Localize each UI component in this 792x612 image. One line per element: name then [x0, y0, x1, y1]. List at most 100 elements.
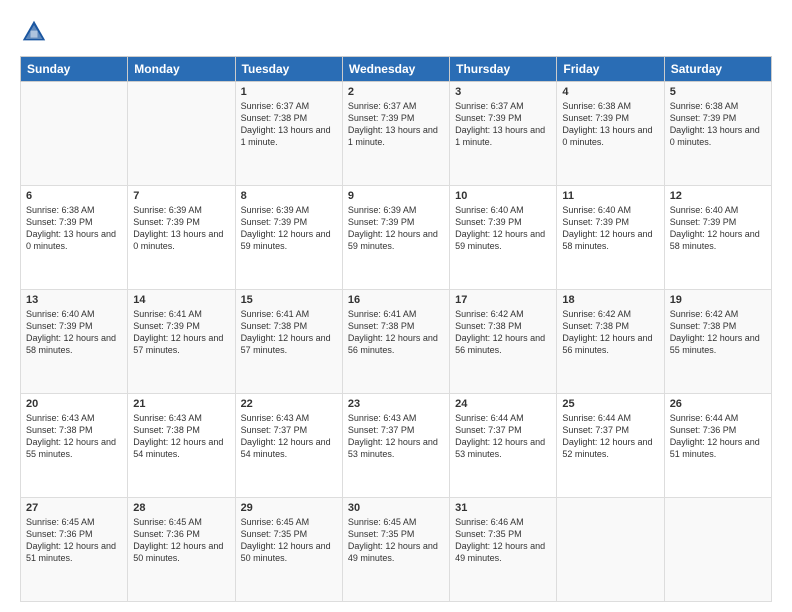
- calendar-week-row: 27 Sunrise: 6:45 AM Sunset: 7:36 PM Dayli…: [21, 498, 772, 602]
- calendar-cell: 22Sunrise: 6:43 AM Sunset: 7:37 PM Dayli…: [235, 394, 342, 498]
- day-number: 25: [562, 398, 658, 410]
- calendar-cell: 6 Sunrise: 6:38 AM Sunset: 7:39 PM Daylig…: [21, 186, 128, 290]
- calendar-cell: 21 Sunrise: 6:43 AM Sunset: 7:38 PM Dayli…: [128, 394, 235, 498]
- day-number: 8: [241, 190, 337, 202]
- calendar-cell: 1Sunrise: 6:37 AM Sunset: 7:38 PM Daylig…: [235, 82, 342, 186]
- day-info: Sunrise: 6:41 AM Sunset: 7:39 PM Dayligh…: [133, 309, 223, 355]
- day-number: 29: [241, 502, 337, 514]
- day-info: Sunrise: 6:39 AM Sunset: 7:39 PM Dayligh…: [348, 205, 438, 251]
- day-info: Sunrise: 6:40 AM Sunset: 7:39 PM Dayligh…: [455, 205, 545, 251]
- weekday-header: Thursday: [450, 57, 557, 82]
- day-info: Sunrise: 6:42 AM Sunset: 7:38 PM Dayligh…: [455, 309, 545, 355]
- logo: [20, 18, 52, 46]
- calendar-cell: 23 Sunrise: 6:43 AM Sunset: 7:37 PM Dayli…: [342, 394, 449, 498]
- day-info: Sunrise: 6:42 AM Sunset: 7:38 PM Dayligh…: [670, 309, 760, 355]
- calendar-cell: 26 Sunrise: 6:44 AM Sunset: 7:36 PM Dayli…: [664, 394, 771, 498]
- calendar-week-row: 1Sunrise: 6:37 AM Sunset: 7:38 PM Daylig…: [21, 82, 772, 186]
- calendar-cell: 9 Sunrise: 6:39 AM Sunset: 7:39 PM Daylig…: [342, 186, 449, 290]
- day-number: 16: [348, 294, 444, 306]
- calendar-cell: 16 Sunrise: 6:41 AM Sunset: 7:38 PM Dayli…: [342, 290, 449, 394]
- day-number: 7: [133, 190, 229, 202]
- calendar-cell: 4 Sunrise: 6:38 AM Sunset: 7:39 PM Daylig…: [557, 82, 664, 186]
- calendar-cell: 13Sunrise: 6:40 AM Sunset: 7:39 PM Dayli…: [21, 290, 128, 394]
- weekday-header: Friday: [557, 57, 664, 82]
- day-number: 15: [241, 294, 337, 306]
- calendar-cell: 3 Sunrise: 6:37 AM Sunset: 7:39 PM Daylig…: [450, 82, 557, 186]
- page: SundayMondayTuesdayWednesdayThursdayFrid…: [0, 0, 792, 612]
- day-number: 26: [670, 398, 766, 410]
- calendar-cell: 25 Sunrise: 6:44 AM Sunset: 7:37 PM Dayli…: [557, 394, 664, 498]
- calendar-header: SundayMondayTuesdayWednesdayThursdayFrid…: [21, 57, 772, 82]
- day-number: 13: [26, 294, 122, 306]
- day-number: 3: [455, 86, 551, 98]
- day-number: 21: [133, 398, 229, 410]
- day-info: Sunrise: 6:45 AM Sunset: 7:36 PM Dayligh…: [26, 517, 116, 563]
- day-number: 31: [455, 502, 551, 514]
- weekday-header: Sunday: [21, 57, 128, 82]
- day-number: 30: [348, 502, 444, 514]
- weekday-header: Monday: [128, 57, 235, 82]
- calendar-cell: 2 Sunrise: 6:37 AM Sunset: 7:39 PM Daylig…: [342, 82, 449, 186]
- day-info: Sunrise: 6:45 AM Sunset: 7:35 PM Dayligh…: [348, 517, 438, 563]
- calendar-cell: 12 Sunrise: 6:40 AM Sunset: 7:39 PM Dayli…: [664, 186, 771, 290]
- day-info: Sunrise: 6:38 AM Sunset: 7:39 PM Dayligh…: [670, 101, 760, 147]
- logo-icon: [20, 18, 48, 46]
- day-number: 28: [133, 502, 229, 514]
- calendar-cell: 20 Sunrise: 6:43 AM Sunset: 7:38 PM Dayli…: [21, 394, 128, 498]
- calendar-cell: 8Sunrise: 6:39 AM Sunset: 7:39 PM Daylig…: [235, 186, 342, 290]
- calendar-cell: 14Sunrise: 6:41 AM Sunset: 7:39 PM Dayli…: [128, 290, 235, 394]
- calendar-week-row: 6 Sunrise: 6:38 AM Sunset: 7:39 PM Daylig…: [21, 186, 772, 290]
- day-number: 11: [562, 190, 658, 202]
- calendar-cell: 11 Sunrise: 6:40 AM Sunset: 7:39 PM Dayli…: [557, 186, 664, 290]
- day-info: Sunrise: 6:37 AM Sunset: 7:39 PM Dayligh…: [455, 101, 545, 147]
- day-number: 9: [348, 190, 444, 202]
- header: [20, 18, 772, 46]
- day-info: Sunrise: 6:37 AM Sunset: 7:38 PM Dayligh…: [241, 101, 331, 147]
- weekday-row: SundayMondayTuesdayWednesdayThursdayFrid…: [21, 57, 772, 82]
- calendar-cell: 27 Sunrise: 6:45 AM Sunset: 7:36 PM Dayli…: [21, 498, 128, 602]
- day-number: 22: [241, 398, 337, 410]
- calendar-cell: 17 Sunrise: 6:42 AM Sunset: 7:38 PM Dayli…: [450, 290, 557, 394]
- weekday-header: Saturday: [664, 57, 771, 82]
- calendar-week-row: 13Sunrise: 6:40 AM Sunset: 7:39 PM Dayli…: [21, 290, 772, 394]
- day-info: Sunrise: 6:44 AM Sunset: 7:37 PM Dayligh…: [562, 413, 652, 459]
- day-info: Sunrise: 6:44 AM Sunset: 7:36 PM Dayligh…: [670, 413, 760, 459]
- calendar-cell: 7 Sunrise: 6:39 AM Sunset: 7:39 PM Daylig…: [128, 186, 235, 290]
- day-info: Sunrise: 6:39 AM Sunset: 7:39 PM Dayligh…: [133, 205, 223, 251]
- calendar-cell: [664, 498, 771, 602]
- day-info: Sunrise: 6:43 AM Sunset: 7:38 PM Dayligh…: [26, 413, 116, 459]
- day-number: 6: [26, 190, 122, 202]
- calendar-cell: [21, 82, 128, 186]
- day-info: Sunrise: 6:41 AM Sunset: 7:38 PM Dayligh…: [241, 309, 331, 355]
- day-number: 17: [455, 294, 551, 306]
- calendar-cell: 5 Sunrise: 6:38 AM Sunset: 7:39 PM Daylig…: [664, 82, 771, 186]
- day-info: Sunrise: 6:40 AM Sunset: 7:39 PM Dayligh…: [670, 205, 760, 251]
- day-info: Sunrise: 6:40 AM Sunset: 7:39 PM Dayligh…: [562, 205, 652, 251]
- day-info: Sunrise: 6:41 AM Sunset: 7:38 PM Dayligh…: [348, 309, 438, 355]
- calendar-cell: 10Sunrise: 6:40 AM Sunset: 7:39 PM Dayli…: [450, 186, 557, 290]
- calendar-cell: 15 Sunrise: 6:41 AM Sunset: 7:38 PM Dayli…: [235, 290, 342, 394]
- day-info: Sunrise: 6:37 AM Sunset: 7:39 PM Dayligh…: [348, 101, 438, 147]
- day-info: Sunrise: 6:44 AM Sunset: 7:37 PM Dayligh…: [455, 413, 545, 459]
- calendar-cell: 18Sunrise: 6:42 AM Sunset: 7:38 PM Dayli…: [557, 290, 664, 394]
- day-number: 12: [670, 190, 766, 202]
- day-number: 20: [26, 398, 122, 410]
- day-number: 4: [562, 86, 658, 98]
- calendar-body: 1Sunrise: 6:37 AM Sunset: 7:38 PM Daylig…: [21, 82, 772, 602]
- day-info: Sunrise: 6:45 AM Sunset: 7:35 PM Dayligh…: [241, 517, 331, 563]
- day-info: Sunrise: 6:38 AM Sunset: 7:39 PM Dayligh…: [562, 101, 652, 147]
- day-info: Sunrise: 6:43 AM Sunset: 7:38 PM Dayligh…: [133, 413, 223, 459]
- day-number: 2: [348, 86, 444, 98]
- day-number: 27: [26, 502, 122, 514]
- calendar-cell: [128, 82, 235, 186]
- day-number: 5: [670, 86, 766, 98]
- day-info: Sunrise: 6:38 AM Sunset: 7:39 PM Dayligh…: [26, 205, 116, 251]
- calendar-cell: 19Sunrise: 6:42 AM Sunset: 7:38 PM Dayli…: [664, 290, 771, 394]
- day-info: Sunrise: 6:46 AM Sunset: 7:35 PM Dayligh…: [455, 517, 545, 563]
- day-info: Sunrise: 6:45 AM Sunset: 7:36 PM Dayligh…: [133, 517, 223, 563]
- day-info: Sunrise: 6:42 AM Sunset: 7:38 PM Dayligh…: [562, 309, 652, 355]
- day-number: 24: [455, 398, 551, 410]
- day-info: Sunrise: 6:43 AM Sunset: 7:37 PM Dayligh…: [348, 413, 438, 459]
- day-number: 23: [348, 398, 444, 410]
- weekday-header: Tuesday: [235, 57, 342, 82]
